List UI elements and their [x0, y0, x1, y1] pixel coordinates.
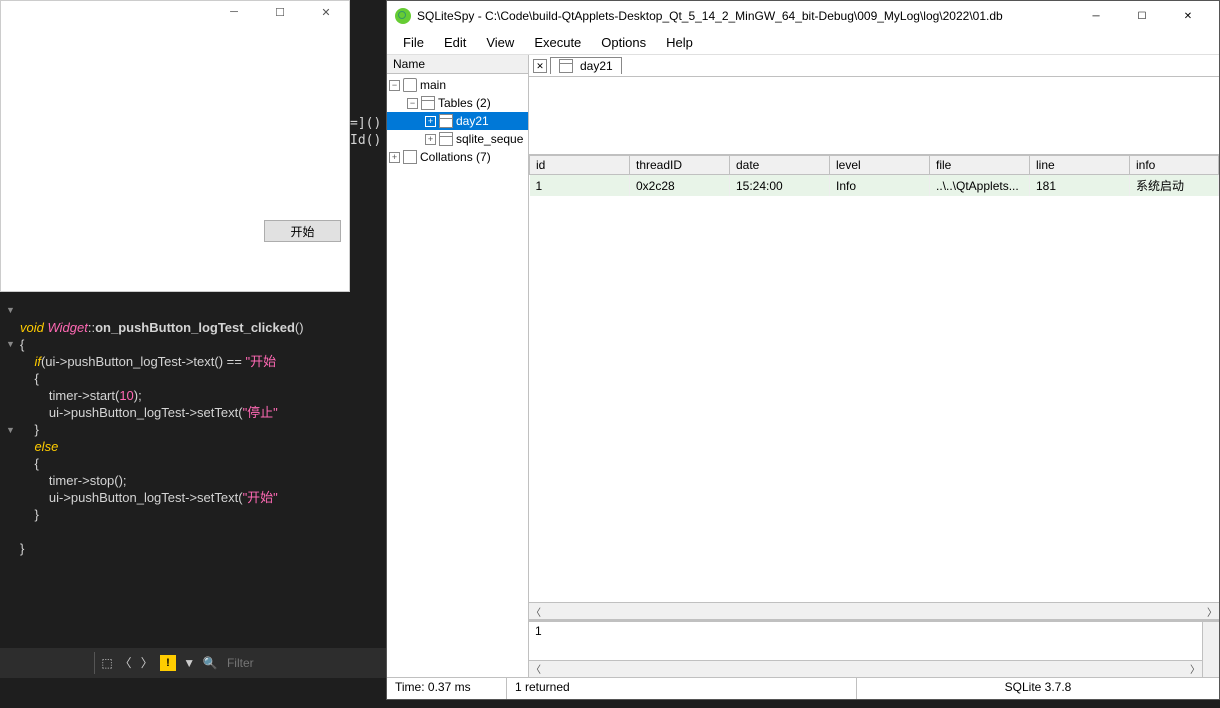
menu-help[interactable]: Help: [656, 33, 703, 52]
close-button[interactable]: ✕: [303, 1, 349, 23]
col-threadid[interactable]: threadID: [630, 156, 730, 175]
qt-titlebar[interactable]: ─ ☐ ✕: [1, 1, 349, 23]
editor-footer: ⬚ 〈 〉 ! ▼ 🔍: [0, 648, 386, 678]
prev-icon[interactable]: 〈: [117, 652, 134, 674]
database-icon: [403, 78, 417, 92]
app-icon: [395, 8, 411, 24]
keyword-void: void: [20, 320, 44, 335]
result-grid[interactable]: id threadID date level file line info 1 …: [529, 155, 1219, 619]
string-start2: "开始": [243, 490, 278, 505]
tree-node-sqliteseq[interactable]: +sqlite_seque: [387, 130, 528, 148]
tree-header[interactable]: Name: [387, 55, 528, 74]
expand-icon[interactable]: +: [425, 134, 436, 145]
tables-icon: [421, 96, 435, 110]
function-name: on_pushButton_logTest_clicked: [95, 320, 295, 335]
string-start: "开始: [245, 354, 276, 369]
cell-level[interactable]: Info: [830, 175, 930, 197]
menu-edit[interactable]: Edit: [434, 33, 476, 52]
search-icon[interactable]: 🔍: [202, 652, 219, 674]
col-level[interactable]: level: [830, 156, 930, 175]
type-widget: Widget: [47, 320, 87, 335]
window-title: SQLiteSpy - C:\Code\build-QtApplets-Desk…: [417, 9, 1073, 23]
table-icon: [439, 114, 453, 128]
status-time: Time: 0.37 ms: [387, 678, 507, 699]
status-bar: Time: 0.37 ms 1 returned SQLite 3.7.8: [387, 677, 1219, 699]
cell-info[interactable]: 系统启动: [1130, 175, 1219, 197]
menu-options[interactable]: Options: [591, 33, 656, 52]
col-file[interactable]: file: [930, 156, 1030, 175]
cell-line[interactable]: 181: [1030, 175, 1130, 197]
spy-titlebar[interactable]: SQLiteSpy - C:\Code\build-QtApplets-Desk…: [387, 1, 1219, 31]
qt-dialog-window: ─ ☐ ✕ 开始: [0, 0, 350, 292]
grid-hscrollbar[interactable]: 〈〉: [529, 602, 1219, 619]
table-icon: [559, 59, 573, 73]
table-row[interactable]: 1 0x2c28 15:24:00 Info ..\..\QtApplets..…: [530, 175, 1219, 197]
cell-file[interactable]: ..\..\QtApplets...: [930, 175, 1030, 197]
main-pane: ✕ day21 id threadID date level file line…: [529, 55, 1219, 677]
sqlitespy-window: SQLiteSpy - C:\Code\build-QtApplets-Desk…: [386, 0, 1220, 700]
sql-editor[interactable]: [529, 77, 1219, 155]
tab-close-button[interactable]: ✕: [533, 59, 547, 73]
menu-file[interactable]: File: [393, 33, 434, 52]
minimize-button[interactable]: ─: [211, 1, 257, 23]
next-icon[interactable]: 〉: [138, 652, 155, 674]
tree-node-main[interactable]: −main: [387, 76, 528, 94]
warning-icon[interactable]: !: [159, 652, 176, 674]
status-returned: 1 returned: [507, 678, 857, 699]
tab-bar: ✕ day21: [529, 55, 1219, 77]
filter-input[interactable]: [223, 656, 382, 670]
expand-icon[interactable]: +: [425, 116, 436, 127]
string-stop: "停止": [243, 405, 278, 420]
schema-tree[interactable]: Name −main −Tables (2) +day21 +sqlite_se…: [387, 55, 529, 677]
close-button[interactable]: ✕: [1165, 2, 1211, 30]
tree-node-tables[interactable]: −Tables (2): [387, 94, 528, 112]
menu-execute[interactable]: Execute: [524, 33, 591, 52]
collations-icon: [403, 150, 417, 164]
cell-threadid[interactable]: 0x2c28: [630, 175, 730, 197]
tab-day21[interactable]: day21: [550, 57, 622, 74]
fold-marker[interactable]: ▼: [6, 422, 15, 439]
menu-view[interactable]: View: [476, 33, 524, 52]
detail-hscrollbar[interactable]: 〈〉: [529, 660, 1202, 677]
nav-icon[interactable]: ⬚: [94, 652, 113, 674]
code-editor[interactable]: ▼void Widget::on_pushButton_logTest_clic…: [0, 292, 386, 678]
tree-node-collations[interactable]: +Collations (7): [387, 148, 528, 166]
cell-date[interactable]: 15:24:00: [730, 175, 830, 197]
minimize-button[interactable]: ─: [1073, 2, 1119, 30]
qt-dialog-body: 开始: [1, 23, 349, 291]
col-id[interactable]: id: [530, 156, 630, 175]
code-fragment: =]() Id(): [350, 115, 381, 149]
fold-marker[interactable]: ▼: [6, 336, 15, 353]
detail-vscrollbar[interactable]: [1202, 622, 1219, 677]
col-date[interactable]: date: [730, 156, 830, 175]
col-info[interactable]: info: [1130, 156, 1219, 175]
start-button[interactable]: 开始: [264, 220, 341, 242]
maximize-button[interactable]: ☐: [1119, 2, 1165, 30]
fold-marker[interactable]: ▼: [6, 302, 15, 319]
table-icon: [439, 132, 453, 146]
keyword-else: else: [34, 439, 58, 454]
expand-icon[interactable]: +: [389, 152, 400, 163]
collapse-icon[interactable]: −: [389, 80, 400, 91]
tree-node-day21[interactable]: +day21: [387, 112, 528, 130]
filter-icon[interactable]: ▼: [181, 652, 198, 674]
code-area[interactable]: ▼void Widget::on_pushButton_logTest_clic…: [0, 292, 386, 574]
status-version: SQLite 3.7.8: [857, 678, 1219, 699]
cell-id[interactable]: 1: [530, 175, 630, 197]
col-line[interactable]: line: [1030, 156, 1130, 175]
collapse-icon[interactable]: −: [407, 98, 418, 109]
menu-bar: File Edit View Execute Options Help: [387, 31, 1219, 55]
detail-pane[interactable]: 1 〈〉: [529, 619, 1219, 677]
maximize-button[interactable]: ☐: [257, 1, 303, 23]
grid-header-row[interactable]: id threadID date level file line info: [530, 156, 1219, 175]
